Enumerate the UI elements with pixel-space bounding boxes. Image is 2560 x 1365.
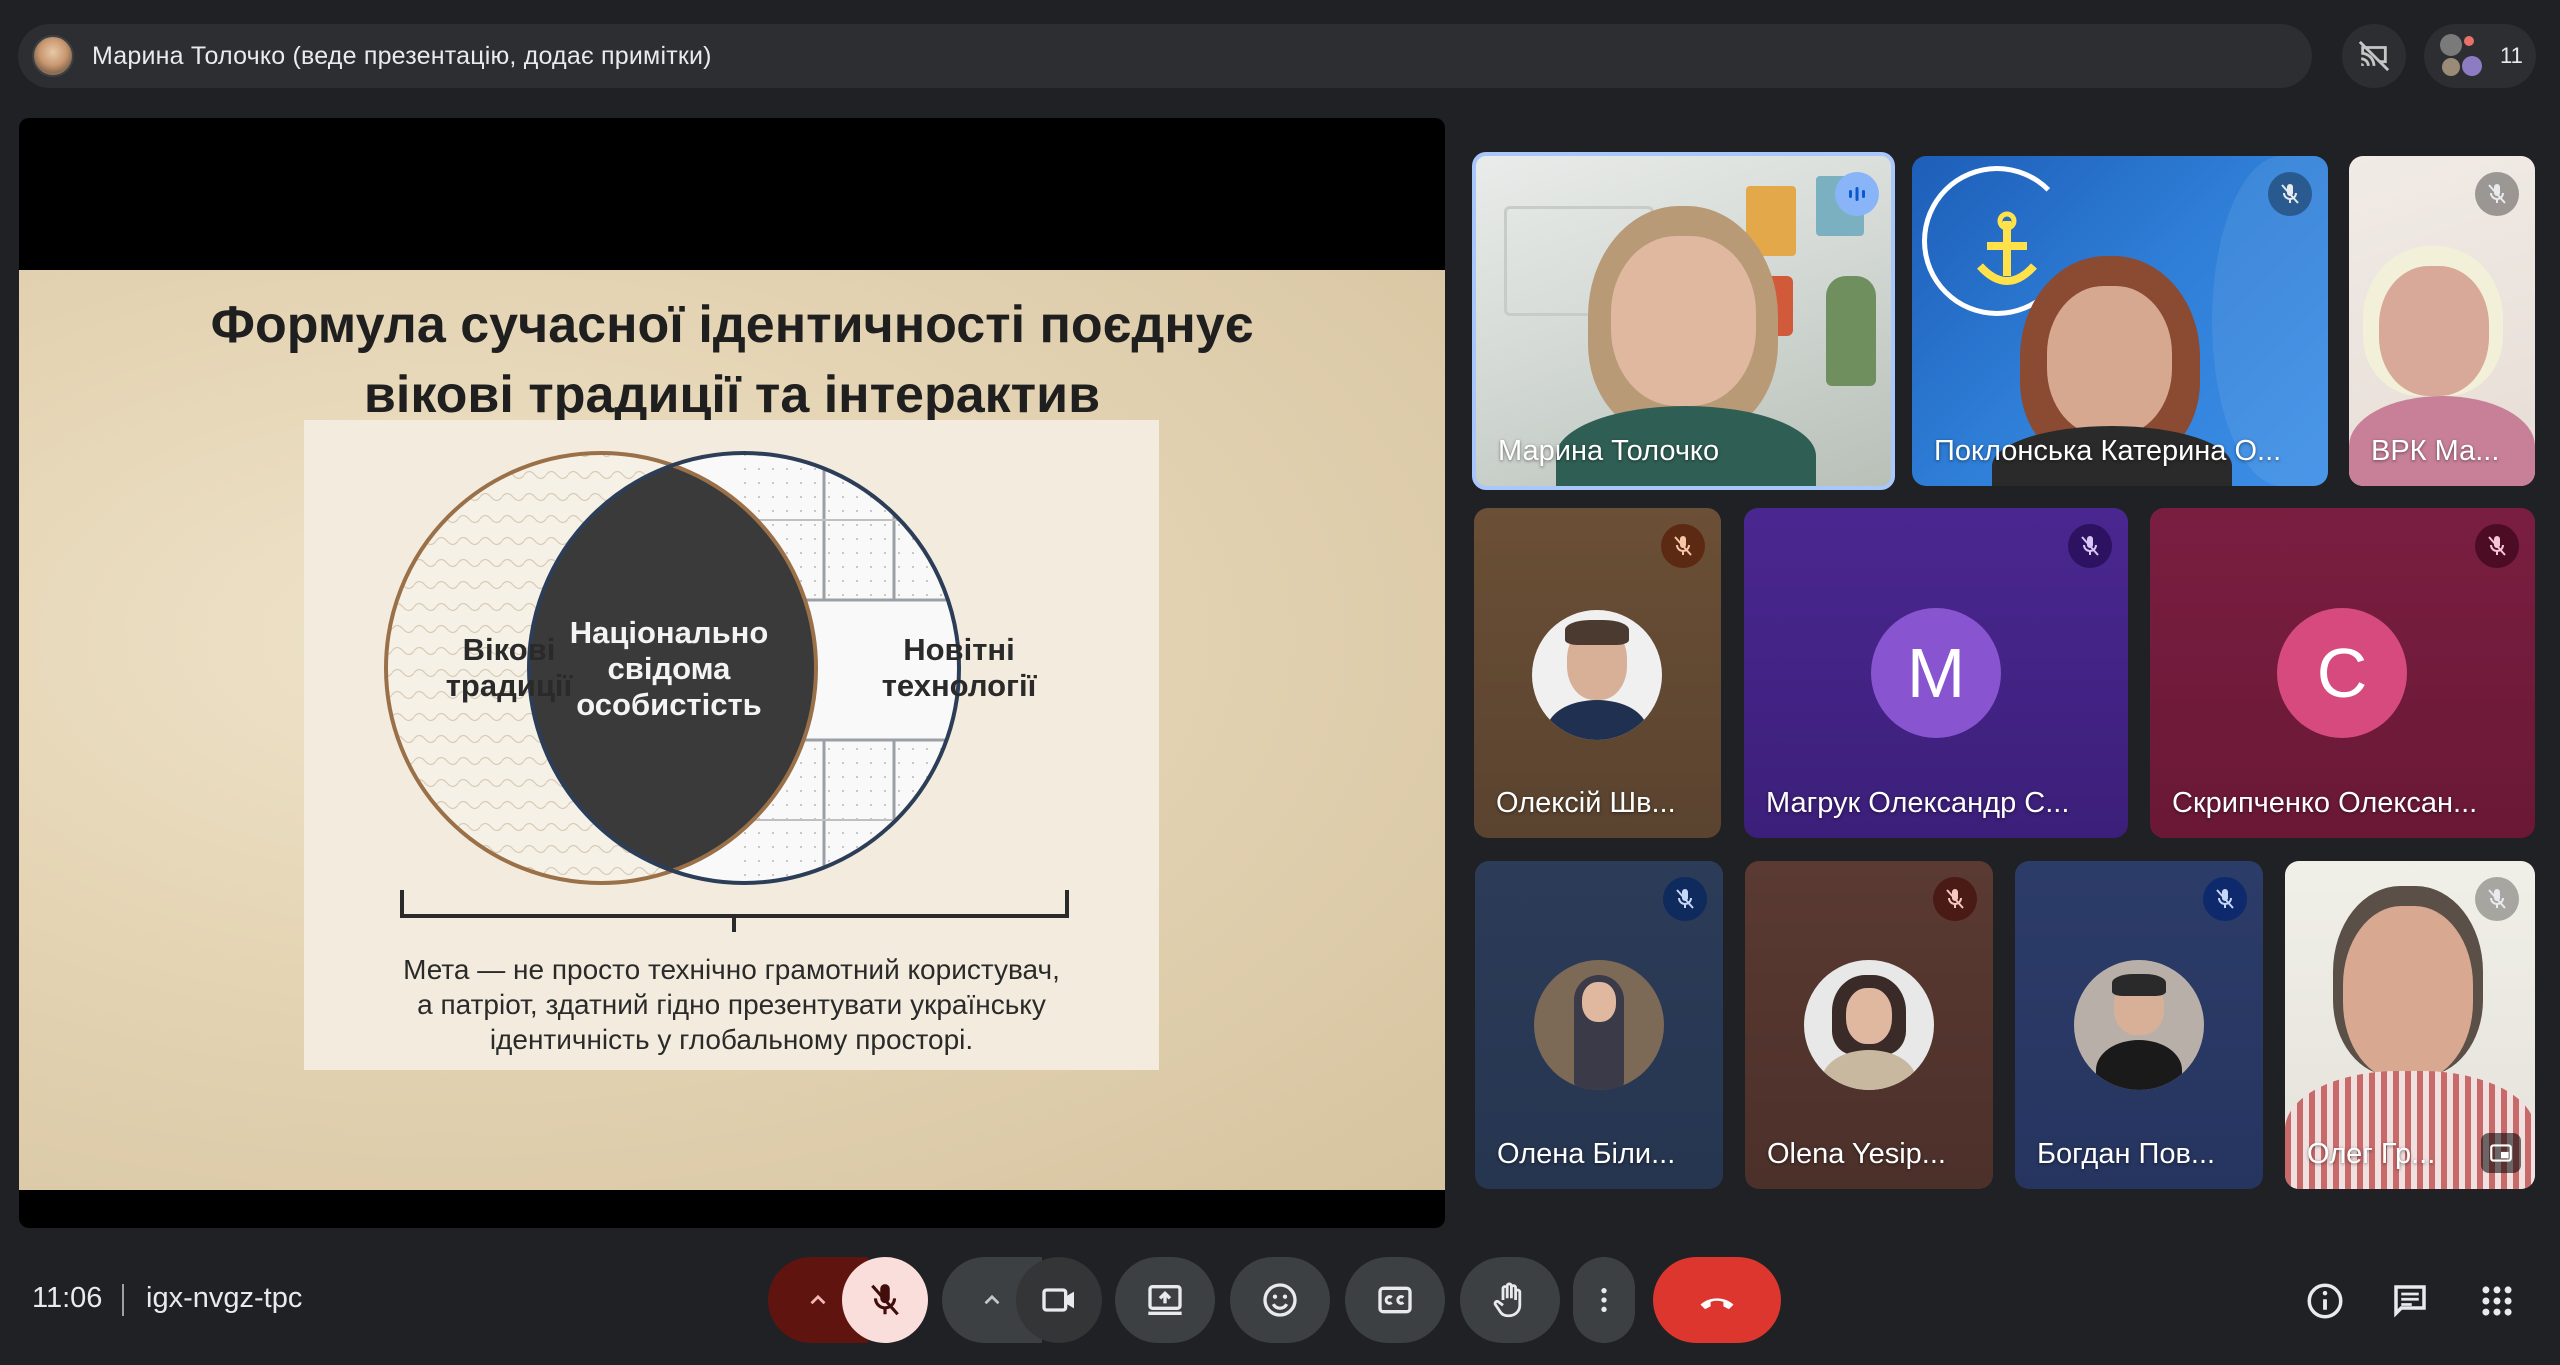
muted-indicator	[1933, 877, 1977, 921]
participant-name: Олена Біли...	[1497, 1138, 1676, 1170]
present-button[interactable]	[1115, 1257, 1215, 1343]
participant-tile[interactable]: Олена Біли...	[1475, 861, 1723, 1189]
muted-indicator	[2475, 172, 2519, 216]
muted-indicator	[2475, 524, 2519, 568]
raise-hand-button[interactable]	[1460, 1257, 1560, 1343]
avatar	[1534, 960, 1664, 1090]
cast-off-button[interactable]	[2342, 24, 2406, 88]
venn-label-center: Національно свідома особистість	[569, 615, 769, 722]
participant-count: 11	[2500, 43, 2523, 68]
captions-button[interactable]	[1345, 1257, 1445, 1343]
more-options-icon	[1601, 1288, 1607, 1312]
presenter-avatar	[32, 35, 74, 77]
presentation-stage[interactable]: Формула сучасної ідентичності поєднує ві…	[19, 118, 1445, 1228]
camera-toggle-button[interactable]	[1016, 1257, 1102, 1343]
mic-toggle-button[interactable]	[842, 1257, 928, 1343]
participant-tile[interactable]: Поклонська Катерина О...	[1912, 156, 2328, 486]
participant-name: Богдан Пов...	[2037, 1138, 2216, 1170]
end-call-icon	[1700, 1298, 1734, 1310]
muted-indicator	[1661, 524, 1705, 568]
meeting-details-button[interactable]	[2300, 1276, 2350, 1326]
people-icon	[2440, 34, 2484, 78]
activities-button[interactable]	[2472, 1276, 2522, 1326]
clock: 11:06	[32, 1282, 103, 1314]
muted-indicator	[2203, 877, 2247, 921]
cast-off-icon	[2358, 40, 2390, 72]
muted-indicator	[2268, 172, 2312, 216]
participant-tile[interactable]: Olena Yesip...	[1745, 861, 1993, 1189]
participant-name: ВРК Ма...	[2371, 435, 2500, 467]
anchor-logo	[1972, 211, 2042, 301]
presenter-text: Марина Толочко (веде презентацію, додає …	[92, 41, 712, 70]
participant-name: Olena Yesip...	[1767, 1138, 1946, 1170]
venn-diagram: Вікові традиції Національно свідома особ…	[304, 420, 1159, 1070]
speaking-indicator	[1835, 172, 1879, 216]
meeting-code: igx-nvgz-tpc	[146, 1282, 303, 1314]
chevron-up-icon	[984, 1294, 1000, 1305]
participant-name: Поклонська Катерина О...	[1934, 435, 2282, 467]
picture-in-picture-icon[interactable]	[2481, 1133, 2521, 1173]
divider	[122, 1284, 124, 1316]
muted-indicator	[2068, 524, 2112, 568]
participant-tile[interactable]: М Магрук Олександр С...	[1744, 508, 2128, 838]
mic-control-group	[768, 1257, 928, 1343]
activities-icon	[2482, 1286, 2512, 1316]
participant-name: Олексій Шв...	[1496, 787, 1676, 819]
leave-call-button[interactable]	[1653, 1257, 1781, 1343]
captions-icon	[1378, 1286, 1412, 1314]
raise-hand-icon	[1493, 1282, 1522, 1318]
slide-title: Формула сучасної ідентичності поєднує ві…	[210, 296, 1254, 424]
participant-tile[interactable]: Марина Толочко	[1472, 152, 1895, 490]
camera-control-group	[942, 1257, 1102, 1343]
present-screen-icon	[1148, 1285, 1182, 1315]
participant-tile[interactable]: Олег Гр...	[2285, 861, 2535, 1189]
chat-icon	[2394, 1285, 2426, 1318]
participant-name: Скрипченко Олексан...	[2172, 787, 2478, 819]
participant-tile[interactable]: ВРК Ма...	[2349, 156, 2535, 486]
slide: Формула сучасної ідентичності поєднує ві…	[19, 270, 1445, 1190]
avatar	[1804, 960, 1934, 1090]
participant-tile[interactable]: Олексій Шв...	[1474, 508, 1721, 838]
muted-indicator	[1663, 877, 1707, 921]
participant-tile[interactable]: Богдан Пов...	[2015, 861, 2263, 1189]
venn-label-technologies: Новітні технології	[881, 632, 1037, 703]
muted-indicator	[2475, 877, 2519, 921]
avatar	[2074, 960, 2204, 1090]
participant-name: Олег Гр...	[2307, 1138, 2436, 1170]
chat-button[interactable]	[2385, 1276, 2435, 1326]
more-options-button[interactable]	[1573, 1257, 1635, 1343]
participant-name: Марина Толочко	[1498, 435, 1720, 467]
participant-tile[interactable]: С Скрипченко Олексан...	[2150, 508, 2535, 838]
chevron-up-icon	[810, 1294, 826, 1305]
avatar: С	[2277, 608, 2407, 738]
reactions-button[interactable]	[1230, 1257, 1330, 1343]
mic-off-icon	[871, 1284, 899, 1316]
participant-name: Магрук Олександр С...	[1766, 787, 2070, 819]
avatar	[1532, 610, 1662, 740]
camera-icon	[1042, 1288, 1074, 1312]
emoji-icon	[1263, 1283, 1297, 1317]
people-button[interactable]: 11	[2424, 24, 2536, 88]
avatar: М	[1871, 608, 2001, 738]
info-icon	[2307, 1283, 2343, 1319]
goal-text: Мета — не просто технічно грамотний кори…	[403, 954, 1060, 1055]
presenter-banner[interactable]: Марина Толочко (веде презентацію, додає …	[18, 24, 2312, 88]
